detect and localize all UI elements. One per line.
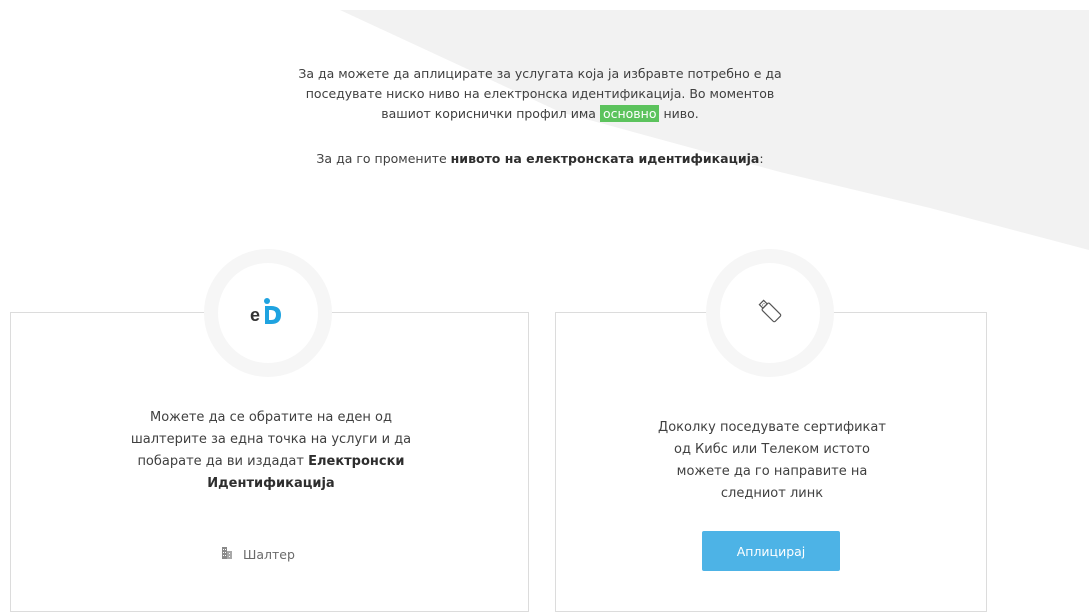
card-text-line: Можете да се обратите на еден од xyxy=(149,410,393,425)
intro-line-text: ниво. xyxy=(663,106,699,121)
building-icon xyxy=(221,546,233,563)
change-level-instruction: За да го промените нивото на електронска… xyxy=(150,151,930,166)
eid-icon-circle: e xyxy=(218,263,318,363)
counter-link-label: Шалтер xyxy=(243,547,295,562)
eid-icon-halo: e xyxy=(204,249,332,377)
card-text-line: Доколку поседувате сертификат xyxy=(658,420,886,435)
card-text-line: можете да го направите на xyxy=(676,464,868,479)
instruction-text: За да го промените xyxy=(316,151,447,166)
intro-line: За да можете да аплицирате за услугата к… xyxy=(298,66,782,81)
card-text-line: побарате да ви издадат xyxy=(137,454,304,469)
counter-link[interactable]: Шалтер xyxy=(221,546,295,563)
card-text-line: од Кибс или Телеком истото xyxy=(673,442,871,457)
apply-button[interactable]: Аплицирај xyxy=(702,531,840,571)
card-text-bold: Идентификација xyxy=(207,476,335,491)
counter-option-text: Можете да се обратите на еден од шалтери… xyxy=(91,407,451,495)
usb-token-icon xyxy=(755,296,785,330)
intro-line: вашиот кориснички профил има основно нив… xyxy=(150,104,930,124)
intro-paragraph: За да можете да аплицирате за услугата к… xyxy=(150,64,930,124)
card-text-line: следниот линк xyxy=(720,486,824,501)
usb-token-icon-halo xyxy=(706,249,834,377)
card-text-bold: Електронски xyxy=(308,454,405,469)
card-text-line: шалтерите за една точка на услуги и да xyxy=(130,432,412,447)
level-badge: основно xyxy=(599,105,660,122)
usb-token-icon-circle xyxy=(720,263,820,363)
intro-line: поседувате ниско ниво на електронска иде… xyxy=(305,86,775,101)
eid-logo-icon: e xyxy=(248,296,288,330)
instruction-bold-text: нивото на електронската идентификација xyxy=(450,151,760,166)
certificate-option-text: Доколку поседувате сертификат од Кибс ил… xyxy=(616,417,928,505)
intro-line-text: вашиот кориснички профил има xyxy=(381,106,596,121)
svg-text:e: e xyxy=(250,305,260,325)
instruction-colon: : xyxy=(759,151,764,166)
